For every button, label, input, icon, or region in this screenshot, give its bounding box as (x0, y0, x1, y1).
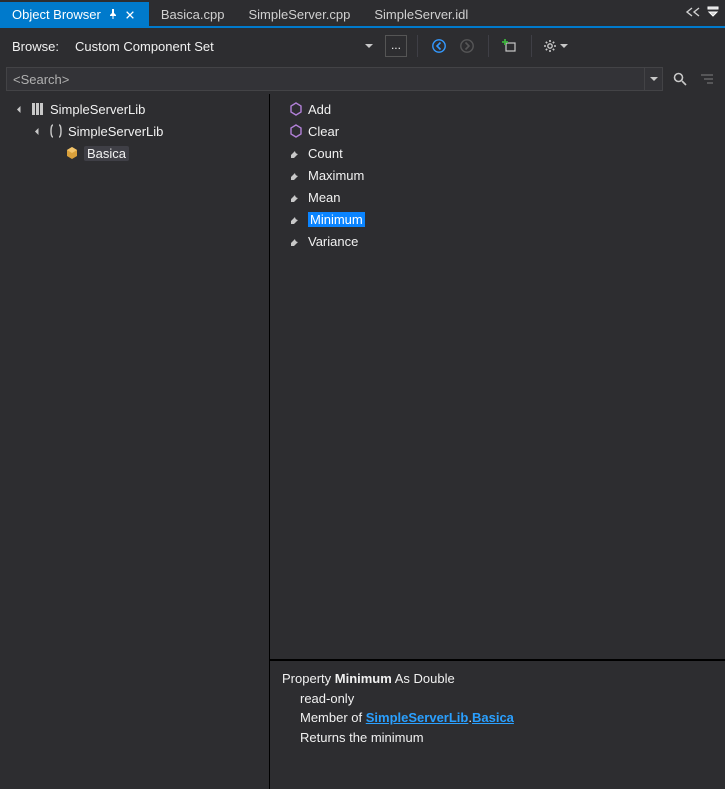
tab-label: Object Browser (12, 7, 101, 22)
decl-suffix: As Double (392, 671, 455, 686)
member-label: Minimum (308, 212, 365, 227)
browse-edit-button[interactable]: ... (385, 35, 407, 57)
member-item[interactable]: Count (270, 142, 725, 164)
object-browser-settings-button[interactable] (542, 38, 568, 54)
property-icon (288, 211, 304, 227)
search-input[interactable] (6, 67, 645, 91)
object-browser-body: SimpleServerLib SimpleServerLib Basica (0, 94, 725, 789)
decl-name: Minimum (335, 671, 392, 686)
class-icon (64, 145, 80, 161)
members-pane[interactable]: Add Clear Count Maxi (270, 94, 725, 659)
member-item[interactable]: Variance (270, 230, 725, 252)
class-link[interactable]: Basica (472, 710, 514, 725)
browse-label: Browse: (12, 39, 59, 54)
property-icon (288, 233, 304, 249)
member-item[interactable]: Add (270, 98, 725, 120)
tab-basica-cpp[interactable]: Basica.cpp (149, 2, 237, 26)
tree-item-namespace[interactable]: SimpleServerLib (0, 120, 269, 142)
method-icon (288, 123, 304, 139)
decl-prefix: Property (282, 671, 335, 686)
window-menu-icon[interactable] (707, 6, 719, 21)
namespace-icon (48, 123, 64, 139)
member-label: Add (308, 102, 331, 117)
search-bar (0, 64, 725, 94)
property-icon (288, 167, 304, 183)
chevron-down-icon (560, 44, 568, 48)
right-pane: Add Clear Count Maxi (270, 94, 725, 789)
browse-toolbar: Browse: Custom Component Set ... (0, 28, 725, 64)
add-reference-button[interactable] (499, 35, 521, 57)
readonly-line: read-only (282, 689, 713, 709)
tab-label: Basica.cpp (161, 7, 225, 22)
tree-item-label: SimpleServerLib (50, 102, 145, 117)
expander-open-icon[interactable] (32, 125, 44, 137)
close-icon[interactable] (125, 8, 137, 20)
library-icon (30, 101, 46, 117)
nav-forward-button (456, 35, 478, 57)
summary-line: Returns the minimum (282, 728, 713, 748)
tree-item-class[interactable]: Basica (0, 142, 269, 164)
member-label: Count (308, 146, 343, 161)
member-label: Variance (308, 234, 358, 249)
tab-overflow-icon[interactable] (685, 6, 701, 21)
tree-item-label: SimpleServerLib (68, 124, 163, 139)
tab-simpleserver-cpp[interactable]: SimpleServer.cpp (236, 2, 362, 26)
description-pane: Property Minimum As Double read-only Mem… (270, 659, 725, 789)
declaration-line: Property Minimum As Double (282, 669, 713, 689)
member-item[interactable]: Maximum (270, 164, 725, 186)
toolbar-separator (488, 35, 489, 57)
search-history-dropdown[interactable] (645, 67, 663, 91)
browse-scope-value: Custom Component Set (75, 39, 214, 54)
member-label: Maximum (308, 168, 364, 183)
member-item[interactable]: Mean (270, 186, 725, 208)
search-options-icon (695, 67, 719, 91)
property-icon (288, 189, 304, 205)
property-icon (288, 145, 304, 161)
tab-simpleserver-idl[interactable]: SimpleServer.idl (362, 2, 480, 26)
tree-item-library[interactable]: SimpleServerLib (0, 98, 269, 120)
toolbar-separator (531, 35, 532, 57)
member-item-selected[interactable]: Minimum (270, 208, 725, 230)
library-link[interactable]: SimpleServerLib (366, 710, 469, 725)
method-icon (288, 101, 304, 117)
member-of-line: Member of SimpleServerLib.Basica (282, 708, 713, 728)
expander-open-icon[interactable] (14, 103, 26, 115)
document-tab-strip: Object Browser Basica.cpp SimpleServer.c… (0, 0, 725, 26)
tab-label: SimpleServer.cpp (248, 7, 350, 22)
nav-back-button[interactable] (428, 35, 450, 57)
tab-object-browser[interactable]: Object Browser (0, 2, 149, 26)
tab-label: SimpleServer.idl (374, 7, 468, 22)
member-item[interactable]: Clear (270, 120, 725, 142)
member-of-prefix: Member of (300, 710, 366, 725)
namespace-tree-pane[interactable]: SimpleServerLib SimpleServerLib Basica (0, 94, 270, 789)
pin-icon[interactable] (107, 8, 119, 20)
member-label: Clear (308, 124, 339, 139)
toolbar-separator (417, 35, 418, 57)
tree-item-label: Basica (84, 146, 129, 161)
browse-scope-dropdown[interactable]: Custom Component Set (69, 34, 379, 58)
search-button[interactable] (667, 66, 693, 92)
member-label: Mean (308, 190, 341, 205)
